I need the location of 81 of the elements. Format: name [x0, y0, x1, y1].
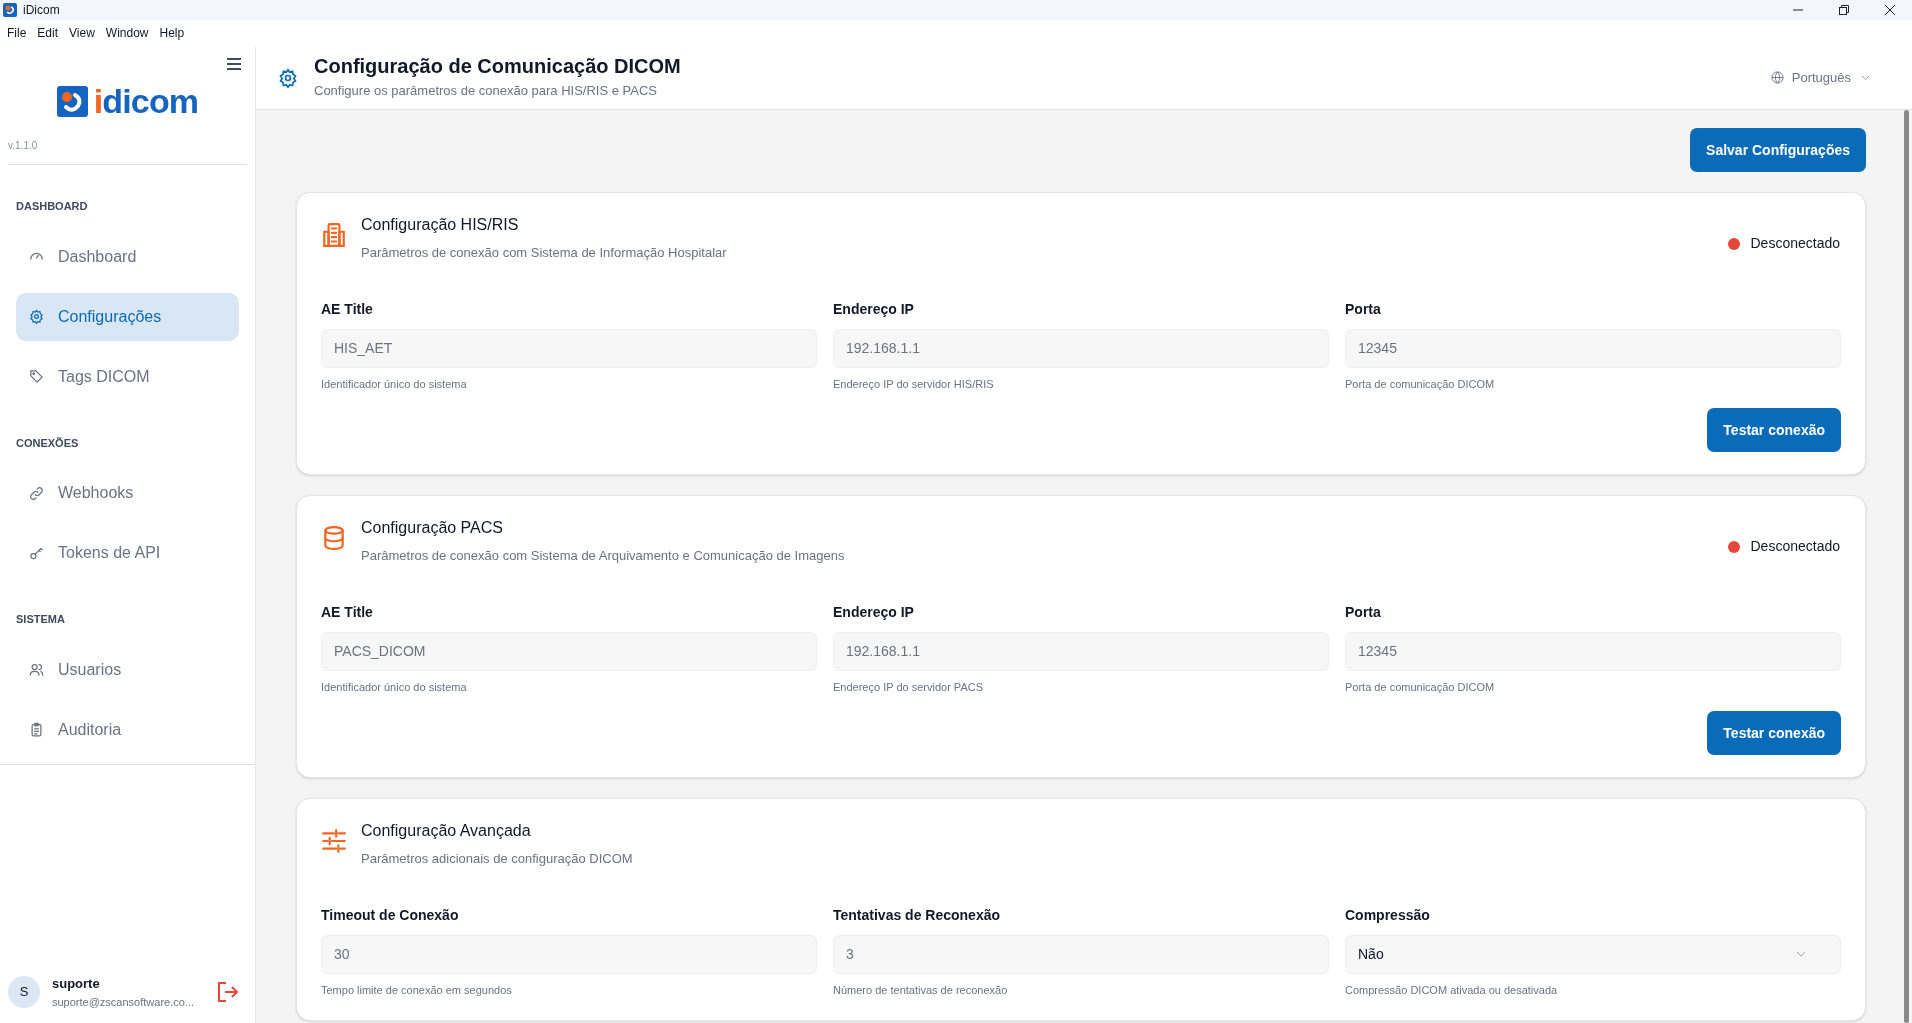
- field-label: Compressão: [1345, 905, 1431, 925]
- users-icon: [29, 662, 44, 677]
- field-label: Porta: [1345, 602, 1382, 622]
- input-field[interactable]: PACS_DICOM: [321, 631, 817, 671]
- chevron-down-icon: [1861, 74, 1870, 81]
- window-title: iDicom: [23, 2, 60, 19]
- nav-item[interactable]: Configurações: [16, 292, 239, 341]
- section-heading: SISTEMA: [16, 612, 66, 627]
- input-field[interactable]: HIS_AET: [321, 328, 817, 368]
- restore-icon[interactable]: [1839, 5, 1849, 15]
- clipboard-icon: [29, 722, 44, 737]
- app-icon: [3, 3, 17, 17]
- nav-item[interactable]: Dashboard: [16, 232, 239, 281]
- nav-item[interactable]: Webhooks: [16, 469, 239, 517]
- key-icon: [29, 545, 44, 561]
- card-title: Configuração Avançada: [361, 821, 532, 841]
- test-connection-button[interactable]: Testar conexão: [1707, 711, 1841, 755]
- menu-item[interactable]: Edit: [37, 24, 59, 42]
- globe-icon: [1770, 71, 1784, 84]
- page-title: Configuração de Comunicação DICOM: [314, 54, 681, 80]
- field-hint: Porta de comunicação DICOM: [1345, 376, 1496, 392]
- status-label: Desconectado: [1750, 537, 1840, 556]
- settings-icon: [29, 309, 44, 324]
- menu-item[interactable]: File: [7, 24, 27, 42]
- card-subtitle: Parâmetros adicionais de configuração DICOM: [361, 850, 633, 868]
- field-hint: Endereço IP do servidor HIS/RIS: [833, 376, 995, 392]
- status-label: Desconectado: [1750, 234, 1840, 253]
- nav-item[interactable]: Tokens de API: [16, 529, 239, 577]
- logout-icon[interactable]: [217, 982, 239, 1002]
- menu-item[interactable]: Help: [159, 24, 185, 42]
- field-hint: Endereço IP do servidor PACS: [833, 679, 984, 695]
- logo-text: idicom: [93, 84, 199, 118]
- card-title: Configuração PACS: [361, 518, 504, 538]
- field-label: Endereço IP: [833, 299, 915, 319]
- field-hint: Identificador único do sistema: [321, 679, 468, 695]
- select-field[interactable]: Não: [1345, 934, 1841, 974]
- test-connection-button[interactable]: Testar conexão: [1707, 408, 1841, 452]
- building-icon: [321, 222, 347, 248]
- field-hint: Tempo limite de conexão em segundos: [321, 982, 513, 998]
- nav-item[interactable]: Auditoria: [16, 705, 239, 754]
- field-label: AE Title: [321, 299, 374, 319]
- input-field[interactable]: 192.168.1.1: [833, 328, 1329, 368]
- user-avatar: S: [8, 976, 40, 1008]
- card-subtitle: Parâmetros de conexão com Sistema de Informação Hospitalar: [361, 244, 727, 262]
- field-label: Tentativas de Reconexão: [833, 905, 1002, 925]
- section-heading: DASHBOARD: [16, 199, 89, 214]
- save-button[interactable]: Salvar Configurações: [1690, 128, 1866, 172]
- database-icon: [321, 525, 347, 551]
- logo-icon: [56, 85, 88, 117]
- menu-icon[interactable]: [227, 58, 241, 70]
- field-label: Endereço IP: [833, 602, 915, 622]
- tag-icon: [29, 369, 44, 384]
- card-title: Configuração HIS/RIS: [361, 215, 520, 235]
- nav-item[interactable]: Usuarios: [16, 645, 239, 694]
- field-hint: Identificador único do sistema: [321, 376, 468, 392]
- field-hint: Porta de comunicação DICOM: [1345, 679, 1496, 695]
- section-heading: CONEXÕES: [16, 435, 80, 451]
- input-field[interactable]: 12345: [1345, 328, 1841, 368]
- card-subtitle: Parâmetros de conexão com Sistema de Arquivamento e Comunicação de Imagens: [361, 547, 845, 565]
- settings-icon: [278, 67, 298, 88]
- field-label: AE Title: [321, 602, 374, 622]
- nav-item[interactable]: Tags DICOM: [16, 352, 239, 401]
- field-hint: Compressão DICOM ativada ou desativada: [1345, 982, 1559, 998]
- close-icon[interactable]: [1885, 5, 1895, 15]
- user-email: suporte@zscansoftware.co...: [52, 994, 194, 1010]
- input-field[interactable]: 30: [321, 934, 817, 974]
- menu-item[interactable]: View: [69, 24, 95, 42]
- link-icon: [29, 485, 44, 501]
- input-field[interactable]: 12345: [1345, 631, 1841, 671]
- language-select[interactable]: Português: [1770, 67, 1870, 88]
- menu-item[interactable]: Window: [105, 24, 149, 42]
- field-label: Porta: [1345, 299, 1382, 319]
- user-name: suporte: [52, 975, 101, 993]
- sliders-icon: [321, 828, 347, 854]
- field-label: Timeout de Conexão: [321, 905, 460, 925]
- input-field[interactable]: 3: [833, 934, 1329, 974]
- input-field[interactable]: 192.168.1.1: [833, 631, 1329, 671]
- page-subtitle: Configure os parâmetros de conexão para HIS/RIS e PACS: [314, 82, 658, 101]
- version-label: v.1.1.0: [8, 139, 39, 153]
- field-hint: Número de tentativas de reconexão: [833, 982, 1009, 998]
- chevron-down-icon: [1796, 951, 1806, 957]
